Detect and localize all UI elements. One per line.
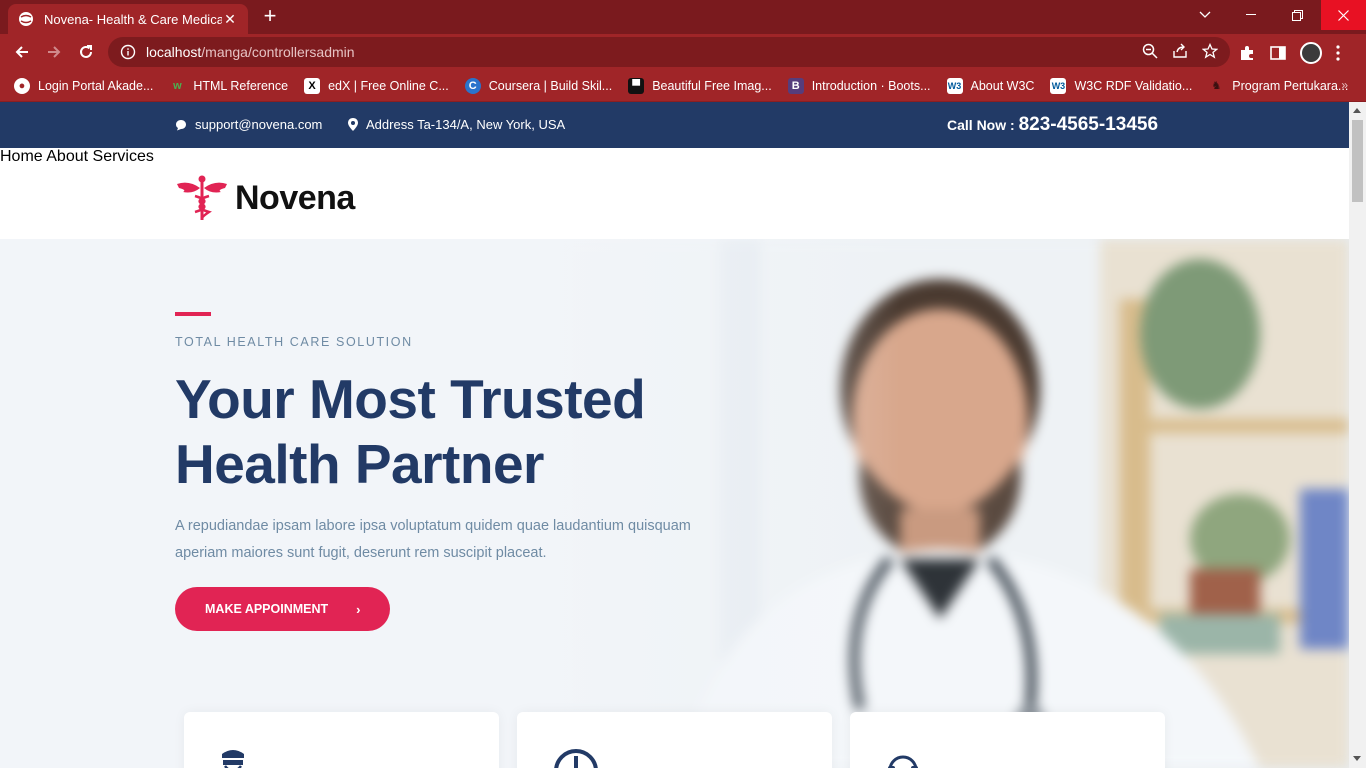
contact-top-bar: support@novena.com Address Ta-134/A, New…	[0, 102, 1349, 148]
share-icon[interactable]	[1172, 43, 1188, 59]
arrow-left-icon	[15, 46, 28, 58]
feature-card	[850, 712, 1165, 768]
nav-home[interactable]: Home	[0, 148, 43, 165]
address-bar[interactable]: localhost/manga/controllersadmin	[108, 37, 1230, 67]
unsplash-icon: ▀	[628, 77, 645, 94]
clock-icon	[554, 749, 598, 768]
tab-close-icon[interactable]: ✕	[222, 11, 238, 28]
star-icon[interactable]	[1202, 43, 1218, 59]
minimize-button[interactable]	[1228, 0, 1274, 30]
reload-icon	[80, 45, 92, 58]
call-now[interactable]: Call Now : 823-4565-13456	[947, 114, 1158, 136]
bootstrap-icon: B	[787, 77, 804, 94]
zoom-icon[interactable]	[1142, 43, 1158, 59]
browser-toolbar: localhost/manga/controllersadmin	[0, 34, 1366, 70]
back-button[interactable]	[10, 40, 34, 64]
bookmark-item[interactable]: X edX | Free Online C...	[304, 77, 449, 94]
bookmarks-overflow-button[interactable]: »	[1341, 78, 1348, 92]
bookmark-item[interactable]: W3 W3C RDF Validatio...	[1050, 77, 1192, 94]
logo-text: Novena	[235, 178, 355, 217]
hero-banner: TOTAL HEALTH CARE SOLUTION Your Most Tru…	[0, 239, 1349, 768]
nav-about[interactable]: About	[46, 148, 88, 165]
hero-overlay	[0, 239, 900, 768]
doctor-icon	[222, 750, 244, 768]
scroll-down-icon[interactable]	[1353, 756, 1361, 761]
tab-title: Novena- Health & Care Medical t	[44, 11, 222, 27]
restore-button[interactable]	[1274, 0, 1320, 30]
browser-tab[interactable]: Novena- Health & Care Medical t ✕	[8, 4, 248, 34]
headset-icon	[888, 755, 918, 768]
bookmark-item[interactable]: ▀ Beautiful Free Imag...	[628, 77, 772, 94]
feature-card	[517, 712, 832, 768]
globe-icon: ●	[14, 77, 30, 94]
phone-number: 823-4565-13456	[1018, 114, 1159, 135]
hero-tagline: TOTAL HEALTH CARE SOLUTION	[175, 335, 413, 349]
url-text: localhost/manga/controllersadmin	[146, 44, 355, 60]
site-navbar: Novena Home About Services	[0, 148, 1349, 239]
close-window-button[interactable]	[1321, 0, 1366, 30]
edx-icon: X	[304, 77, 321, 94]
nav-services[interactable]: Services	[93, 148, 154, 165]
bookmark-item[interactable]: B Introduction · Boots...	[787, 77, 931, 94]
tab-search-icon[interactable]	[1182, 0, 1228, 30]
browser-tab-bar: Novena- Health & Care Medical t ✕ +	[0, 0, 1366, 34]
w3c-icon: W3	[1050, 77, 1067, 94]
scroll-up-icon[interactable]	[1353, 108, 1361, 113]
web-page: support@novena.com Address Ta-134/A, New…	[0, 102, 1349, 768]
bookmarks-bar: ● Login Portal Akade... w HTML Reference…	[0, 70, 1366, 102]
bookmark-item[interactable]: ♞ Program Pertukara...	[1208, 78, 1348, 94]
w3c-icon: W3	[946, 77, 963, 94]
hero-description: A repudiandae ipsam labore ipsa voluptat…	[175, 518, 691, 561]
email-contact[interactable]: support@novena.com	[175, 117, 322, 132]
sidebar-icon[interactable]	[1270, 45, 1286, 61]
scrollbar-thumb[interactable]	[1352, 120, 1363, 202]
menu-kebab-icon[interactable]	[1336, 45, 1340, 61]
accent-divider	[175, 312, 211, 316]
chevron-right-icon: ›	[356, 601, 361, 617]
caduceus-icon	[177, 175, 227, 220]
bookmark-item[interactable]: ● Login Portal Akade...	[14, 77, 153, 94]
arrow-right-icon	[48, 46, 61, 58]
address-contact: Address Ta-134/A, New York, USA	[348, 117, 565, 132]
site-logo[interactable]: Novena	[175, 174, 355, 222]
forward-button[interactable]	[42, 40, 66, 64]
program-icon: ♞	[1211, 80, 1222, 92]
map-pin-icon	[348, 118, 358, 131]
extensions-icon[interactable]	[1238, 44, 1256, 62]
new-tab-button[interactable]: +	[258, 5, 282, 29]
make-appointment-button[interactable]: MAKE APPOINMENT ›	[175, 587, 390, 631]
globe-icon	[19, 12, 33, 26]
chat-bubble-icon	[176, 119, 186, 130]
profile-avatar[interactable]	[1300, 42, 1322, 64]
info-icon[interactable]	[120, 44, 136, 60]
coursera-icon: C	[464, 77, 481, 94]
reload-button[interactable]	[74, 40, 98, 64]
bookmark-item[interactable]: w HTML Reference	[169, 78, 288, 94]
hero-headline: Your Most Trusted Health Partner	[175, 368, 646, 495]
w3schools-icon: w	[173, 79, 182, 92]
bookmark-item[interactable]: W3 About W3C	[946, 77, 1034, 94]
page-scrollbar[interactable]	[1349, 102, 1366, 768]
bookmark-item[interactable]: C Coursera | Build Skil...	[464, 77, 612, 94]
feature-card	[184, 712, 499, 768]
